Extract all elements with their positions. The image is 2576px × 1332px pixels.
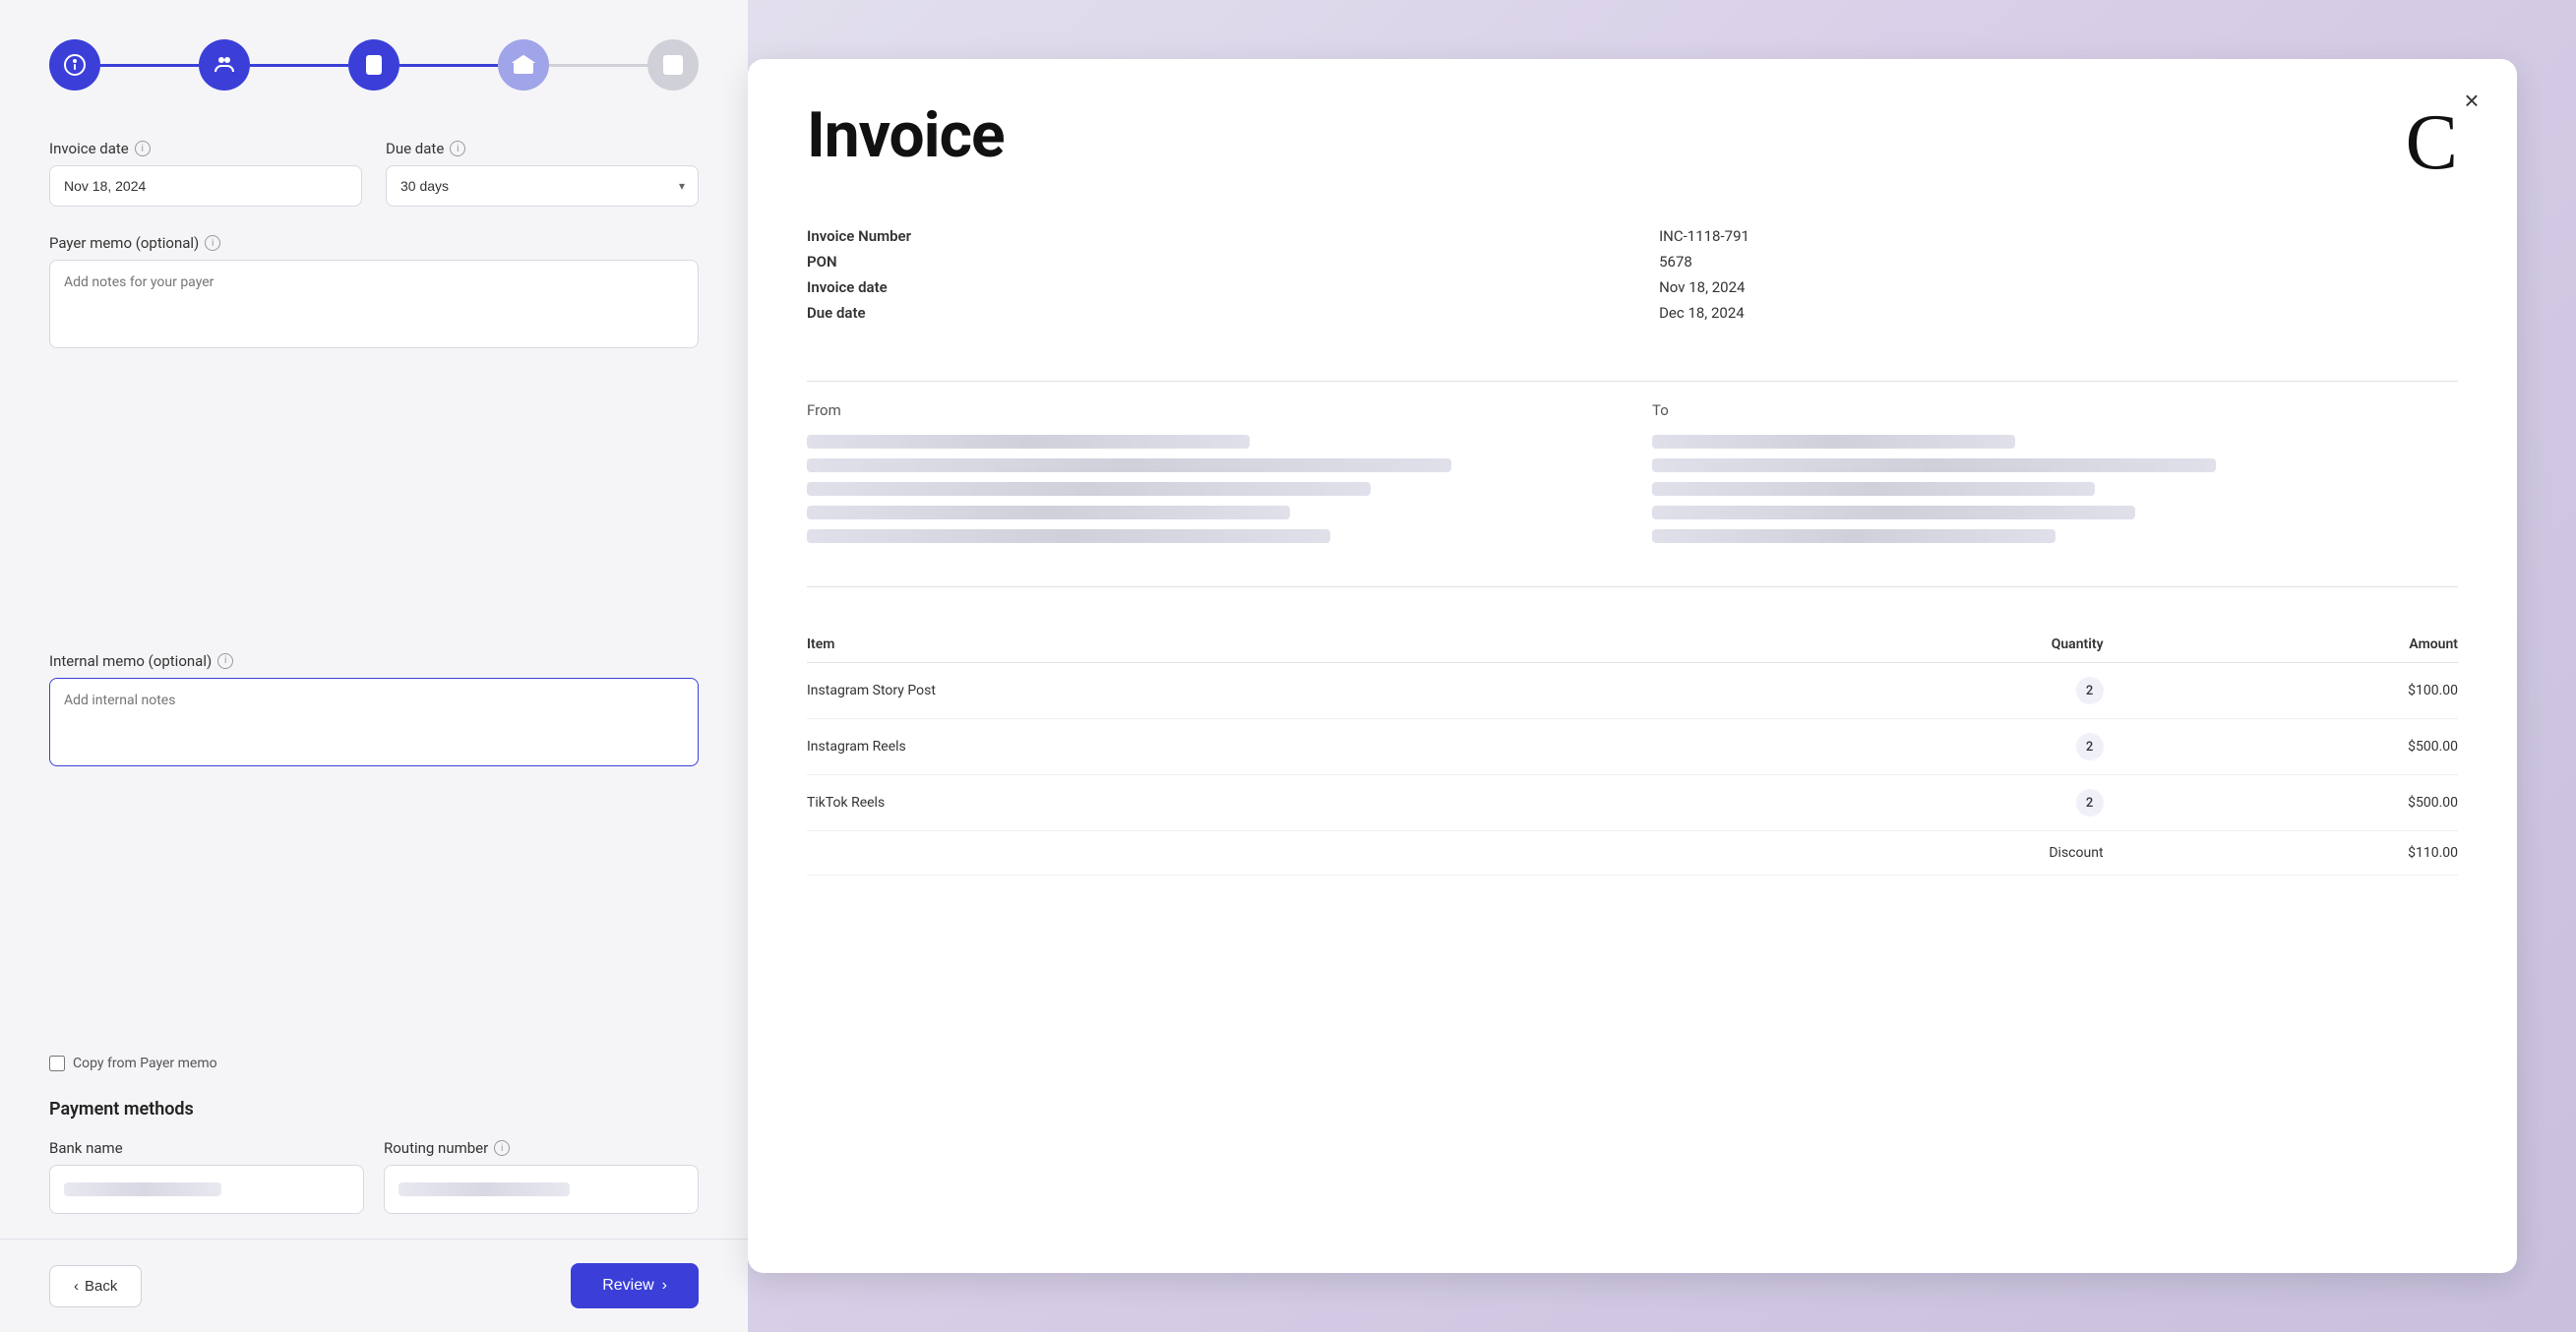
- back-button[interactable]: ‹ Back: [49, 1265, 142, 1307]
- discount-value: $110.00: [2104, 831, 2458, 876]
- due-date-label: Due date i: [386, 140, 699, 157]
- step-line-2: [250, 64, 348, 67]
- copy-from-payer-checkbox[interactable]: [49, 1056, 65, 1071]
- table-row: Instagram Reels 2 $500.00: [807, 719, 2458, 775]
- item-qty-3: 2: [1719, 775, 2104, 831]
- payment-methods-title: Payment methods: [49, 1099, 699, 1120]
- invoice-number-value: INC-1118-791: [1659, 227, 2458, 245]
- routing-info-icon[interactable]: i: [494, 1140, 510, 1156]
- internal-memo-info-icon[interactable]: i: [217, 653, 233, 669]
- discount-row: Discount $110.00: [807, 831, 2458, 876]
- col-item-header: Item: [807, 627, 1719, 663]
- step-line-4: [549, 64, 647, 67]
- item-amount-2: $500.00: [2104, 719, 2458, 775]
- bank-name-group: Bank name: [49, 1139, 364, 1214]
- routing-number-label: Routing number i: [384, 1139, 699, 1157]
- copy-checkbox-label[interactable]: Copy from Payer memo: [73, 1056, 217, 1071]
- routing-number-input[interactable]: [384, 1165, 699, 1214]
- invoice-logo: C: [2406, 98, 2458, 188]
- step-2[interactable]: [199, 39, 250, 91]
- table-row: TikTok Reels 2 $500.00: [807, 775, 2458, 831]
- discount-label: [807, 831, 1719, 876]
- due-date-select-wrapper: 30 days 15 days 45 days 60 days Custom ▾: [386, 165, 699, 207]
- item-amount-1: $100.00: [2104, 663, 2458, 719]
- item-amount-3: $500.00: [2104, 775, 2458, 831]
- item-qty-2: 2: [1719, 719, 2104, 775]
- bank-fields-row: Bank name Routing number i: [49, 1139, 699, 1214]
- internal-memo-label: Internal memo (optional) i: [49, 652, 699, 670]
- to-section: To: [1652, 401, 2458, 543]
- bank-name-label: Bank name: [49, 1139, 364, 1157]
- routing-number-group: Routing number i: [384, 1139, 699, 1214]
- review-button[interactable]: Review ›: [571, 1263, 699, 1308]
- invoice-meta: Invoice Number INC-1118-791 PON 5678 Inv…: [807, 227, 2458, 322]
- item-qty-1: 2: [1719, 663, 2104, 719]
- invoice-date-input[interactable]: [49, 165, 362, 207]
- to-address: [1652, 435, 2458, 543]
- pon-label: PON: [807, 253, 1620, 271]
- invoice-title: Invoice: [807, 98, 1005, 172]
- due-date-select[interactable]: 30 days 15 days 45 days 60 days Custom: [386, 165, 699, 207]
- due-date-group: Due date i 30 days 15 days 45 days 60 da…: [386, 140, 699, 207]
- copy-checkbox-row: Copy from Payer memo: [49, 1056, 699, 1071]
- inv-date-value: Nov 18, 2024: [1659, 278, 2458, 296]
- invoice-date-info-icon[interactable]: i: [135, 141, 151, 156]
- payer-memo-input[interactable]: [49, 260, 699, 348]
- discount-text: Discount: [1719, 831, 2104, 876]
- invoice-date-group: Invoice date i: [49, 140, 362, 207]
- step-3[interactable]: [348, 39, 399, 91]
- inv-due-label: Due date: [807, 304, 1620, 322]
- item-name-1: Instagram Story Post: [807, 663, 1719, 719]
- to-label: To: [1652, 401, 2458, 419]
- date-row: Invoice date i Due date i 30 days 15 day…: [49, 140, 699, 207]
- step-line-3: [399, 64, 498, 67]
- from-to-row: From To: [807, 401, 2458, 543]
- close-button[interactable]: ×: [2454, 83, 2489, 118]
- invoice-number-label: Invoice Number: [807, 227, 1620, 245]
- payer-memo-label: Payer memo (optional) i: [49, 234, 699, 252]
- from-section: From: [807, 401, 1613, 543]
- payer-memo-info-icon[interactable]: i: [205, 235, 220, 251]
- internal-memo-group: Internal memo (optional) i: [49, 652, 699, 1047]
- col-amount-header: Amount: [2104, 627, 2458, 663]
- inv-due-value: Dec 18, 2024: [1659, 304, 2458, 322]
- inv-date-label: Invoice date: [807, 278, 1620, 296]
- from-label: From: [807, 401, 1613, 419]
- due-date-info-icon[interactable]: i: [450, 141, 465, 156]
- invoice-header: Invoice C: [807, 98, 2458, 188]
- pon-value: 5678: [1659, 253, 2458, 271]
- payer-memo-group: Payer memo (optional) i: [49, 234, 699, 629]
- table-row: Instagram Story Post 2 $100.00: [807, 663, 2458, 719]
- invoice-divider-1: [807, 381, 2458, 382]
- step-line-1: [100, 64, 199, 67]
- internal-memo-input[interactable]: [49, 678, 699, 766]
- items-table: Item Quantity Amount Instagram Story Pos…: [807, 627, 2458, 876]
- item-name-3: TikTok Reels: [807, 775, 1719, 831]
- invoice-divider-2: [807, 586, 2458, 587]
- col-qty-header: Quantity: [1719, 627, 2104, 663]
- invoice-preview-panel: × Invoice C Invoice Number INC-1118-791 …: [748, 59, 2517, 1273]
- chevron-left-icon: ‹: [74, 1278, 79, 1295]
- invoice-date-label: Invoice date i: [49, 140, 362, 157]
- bank-name-input[interactable]: [49, 1165, 364, 1214]
- step-4[interactable]: [498, 39, 549, 91]
- item-name-2: Instagram Reels: [807, 719, 1719, 775]
- chevron-right-icon: ›: [662, 1277, 667, 1295]
- from-address: [807, 435, 1613, 543]
- stepper: [49, 39, 699, 91]
- step-1[interactable]: [49, 39, 100, 91]
- bottom-bar: ‹ Back Review ›: [0, 1239, 748, 1332]
- step-5[interactable]: [647, 39, 699, 91]
- left-panel: Invoice date i Due date i 30 days 15 day…: [0, 0, 748, 1332]
